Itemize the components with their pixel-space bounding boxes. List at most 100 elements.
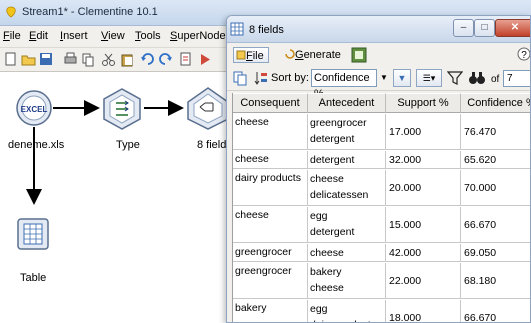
ascending-sort-button[interactable]: ▼ <box>393 69 411 87</box>
rule-count-field[interactable]: 7 <box>503 70 530 87</box>
support-cell: 15.000 <box>386 207 461 242</box>
stream-canvas[interactable]: EXCEL deneme.xls Type 8 fields Table <box>0 73 240 323</box>
output-menu-generate[interactable]: Generate <box>285 47 341 63</box>
antecedent-item: delicatessen <box>310 189 369 201</box>
file-menu-icon <box>236 50 246 60</box>
consequent-cell: greengrocer <box>233 244 308 261</box>
generate-menu-icon <box>285 49 295 59</box>
menu-view[interactable]: View <box>101 30 125 42</box>
print-icon[interactable] <box>63 52 78 67</box>
antecedent-cell: cheese <box>308 244 386 261</box>
model-nugget-icon[interactable] <box>351 47 367 63</box>
output-toolbar: Sort by: Confidence % ▼ ▼ ☰▾ of 7 <box>227 66 530 100</box>
antecedent-cell: egg dairy products <box>308 300 386 322</box>
main-window-title: Stream1* - Clementine 10.1 <box>22 6 158 18</box>
excel-source-node[interactable]: EXCEL <box>16 90 52 126</box>
close-button[interactable]: ✕ <box>495 19 530 37</box>
criteria-icon: ☰▾ <box>422 73 436 83</box>
antecedent-item: cheese <box>310 282 344 294</box>
main-menubar: File Edit Insert View Tools SuperNode W <box>0 26 240 48</box>
confidence-cell: 65.620 <box>461 151 530 168</box>
support-cell: 20.000 <box>386 170 461 205</box>
confidence-cell: 76.470 <box>461 114 530 149</box>
table-row[interactable]: cheese greengrocer detergent 17.000 76.470 <box>233 114 530 150</box>
column-header-antecedent[interactable]: Antecedent <box>308 93 386 113</box>
new-stream-icon[interactable] <box>3 52 18 67</box>
sort-direction-icon[interactable] <box>253 70 269 86</box>
table-row[interactable]: cheese egg detergent 15.000 66.670 <box>233 207 530 243</box>
type-node[interactable] <box>103 88 141 130</box>
antecedent-item: detergent <box>310 133 355 145</box>
sort-by-select[interactable]: Confidence % <box>311 69 377 100</box>
antecedent-cell: detergent <box>308 151 386 168</box>
sort-ascending-icon: ▼ <box>397 73 407 83</box>
close-icon: ✕ <box>510 22 520 33</box>
copy-table-icon[interactable] <box>232 70 248 86</box>
output-window-title: 8 fields <box>249 24 284 36</box>
maximize-icon: □ <box>481 22 488 33</box>
maximize-button[interactable]: □ <box>474 19 495 37</box>
type-node-label: Type <box>116 139 140 151</box>
antecedent-item: bakery <box>310 266 342 278</box>
svg-text:?: ? <box>521 50 527 61</box>
sort-by-label: Sort by: <box>271 72 309 84</box>
find-binoculars-icon[interactable] <box>468 70 486 86</box>
column-header-consequent[interactable]: Consequent <box>233 93 308 113</box>
table-node-label: Table <box>20 272 47 284</box>
antecedent-item: egg <box>310 210 328 222</box>
antecedent-item: detergent <box>310 154 355 166</box>
antecedent-item: egg <box>310 303 328 315</box>
confidence-cell: 66.670 <box>461 207 530 242</box>
confidence-cell: 66.670 <box>461 300 530 323</box>
consequent-cell: greengrocer <box>233 263 308 298</box>
table-node[interactable] <box>17 218 49 250</box>
confidence-cell: 68.180 <box>461 263 530 298</box>
column-header-confidence[interactable]: Confidence % <box>461 93 530 113</box>
show-criteria-button[interactable]: ☰▾ <box>416 69 442 87</box>
antecedent-cell: greengrocer detergent <box>308 114 386 149</box>
antecedent-cell: cheese delicatessen <box>308 170 386 205</box>
table-row[interactable]: dairy products cheese delicatessen 20.000 70… <box>233 170 530 206</box>
run-icon[interactable] <box>198 52 213 67</box>
support-cell: 42.000 <box>386 244 461 261</box>
rules-table: Consequent Antecedent Support % Confiden… <box>232 93 530 323</box>
copy-icon[interactable] <box>81 52 96 67</box>
menu-insert[interactable]: Insert <box>60 30 88 42</box>
menu-supernode[interactable]: SuperNode <box>170 30 226 42</box>
save-icon[interactable] <box>39 52 54 67</box>
antecedent-item: greengrocer <box>310 117 367 129</box>
table-row[interactable]: bakeryegg dairy products 18.00066.670 <box>233 300 530 323</box>
consequent-cell: dairy products <box>233 170 308 205</box>
sort-dropdown-arrow-icon[interactable]: ▼ <box>378 69 390 87</box>
rule-count-label: of <box>491 74 500 85</box>
menu-file[interactable]: File <box>3 30 21 42</box>
paste-icon[interactable] <box>120 52 135 67</box>
output-node[interactable] <box>187 87 229 130</box>
menu-edit[interactable]: Edit <box>29 30 48 42</box>
main-toolbar <box>0 48 240 72</box>
antecedent-item: dairy products <box>310 317 376 322</box>
table-row[interactable]: greengrocer bakery cheese 22.000 68.180 <box>233 263 530 299</box>
column-header-support[interactable]: Support % <box>386 93 461 113</box>
help-icon[interactable]: ? <box>517 47 531 61</box>
consequent-cell: cheese <box>233 151 308 168</box>
filter-icon[interactable] <box>447 70 463 86</box>
confidence-cell: 70.000 <box>461 170 530 205</box>
undo-icon[interactable] <box>140 52 155 67</box>
consequent-cell: cheese <box>233 207 308 242</box>
confidence-cell: 69.050 <box>461 244 530 261</box>
cut-icon[interactable] <box>101 52 116 67</box>
menu-tools[interactable]: Tools <box>135 30 161 42</box>
antecedent-item: cheese <box>310 173 344 185</box>
support-cell: 17.000 <box>386 114 461 149</box>
table-row[interactable]: cheese detergent 32.000 65.620 <box>233 151 530 169</box>
output-menubar: File Generate ? <box>227 44 531 66</box>
output-menu-file[interactable]: File <box>233 47 269 63</box>
support-cell: 18.000 <box>386 300 461 322</box>
table-row[interactable]: greengrocer cheese 42.000 69.050 <box>233 244 530 262</box>
redo-icon[interactable] <box>158 52 173 67</box>
open-folder-icon[interactable] <box>21 52 36 67</box>
document-icon[interactable] <box>178 52 193 67</box>
minimize-button[interactable]: – <box>453 19 474 37</box>
antecedent-item: cheese <box>310 247 344 259</box>
